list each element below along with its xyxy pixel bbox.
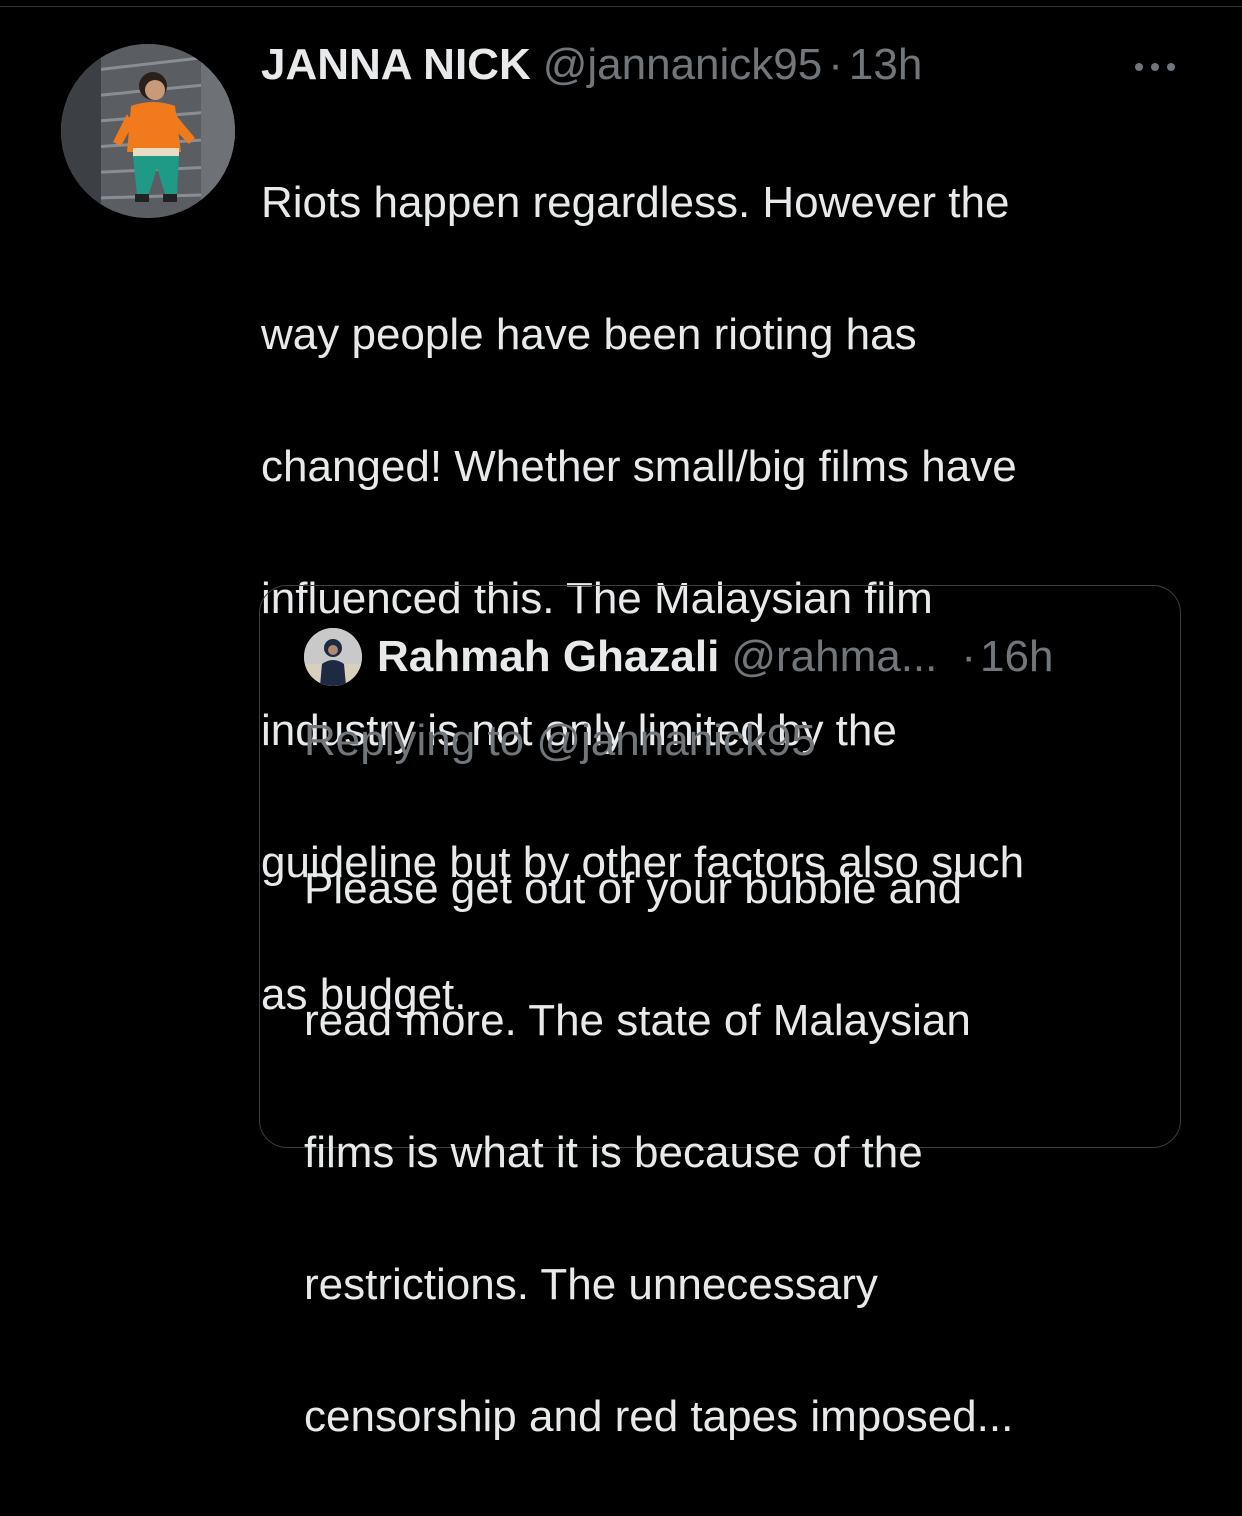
- quoted-tweet-timestamp: 16h: [980, 632, 1054, 681]
- tweet-text-line: way people have been rioting has: [261, 310, 917, 359]
- quoted-text-line: restrictions. The unnecessary: [304, 1260, 878, 1309]
- quoted-header-separator: ·: [961, 632, 977, 681]
- ellipsis-horizontal-icon: [1135, 63, 1175, 71]
- author-handle[interactable]: @jannanick95: [543, 40, 823, 90]
- header-separator: ·: [828, 40, 843, 89]
- tweet-text-line: Riots happen regardless. However the: [261, 178, 1010, 227]
- author-avatar[interactable]: [61, 44, 235, 218]
- tweet-text-line: changed! Whether small/big films have: [261, 442, 1017, 491]
- tweet-timestamp[interactable]: 13h: [849, 40, 922, 90]
- author-display-name[interactable]: JANNA NICK: [261, 40, 531, 90]
- more-options-button[interactable]: [1130, 52, 1180, 82]
- quoted-text-line: censorship and red tapes imposed...: [304, 1392, 1014, 1441]
- quoted-text-line: Please get out of your bubble and: [304, 864, 963, 913]
- quoted-tweet-card[interactable]: Rahmah Ghazali @rahma... · 16h Replying …: [259, 585, 1181, 1441]
- replying-to-label: Replying to @jannanick95: [304, 716, 816, 765]
- quoted-tweet-text: Please get out of your bubble and read m…: [304, 790, 1144, 1516]
- quoted-author-avatar: [304, 628, 362, 686]
- quoted-author-handle: @rahma...: [731, 632, 938, 681]
- author-avatar-image: [61, 44, 235, 218]
- quoted-author-display-name: Rahmah Ghazali: [377, 632, 720, 681]
- quoted-text-line: read more. The state of Malaysian: [304, 996, 971, 1045]
- quoted-tweet-header: Rahmah Ghazali @rahma... · 16h: [377, 632, 1053, 682]
- quoted-author-avatar-image: [304, 628, 362, 686]
- quoted-text-line: films is what it is because of the: [304, 1128, 923, 1177]
- tweet-header: JANNA NICK @jannanick95 · 13h: [261, 40, 922, 94]
- top-divider: [0, 0, 1242, 7]
